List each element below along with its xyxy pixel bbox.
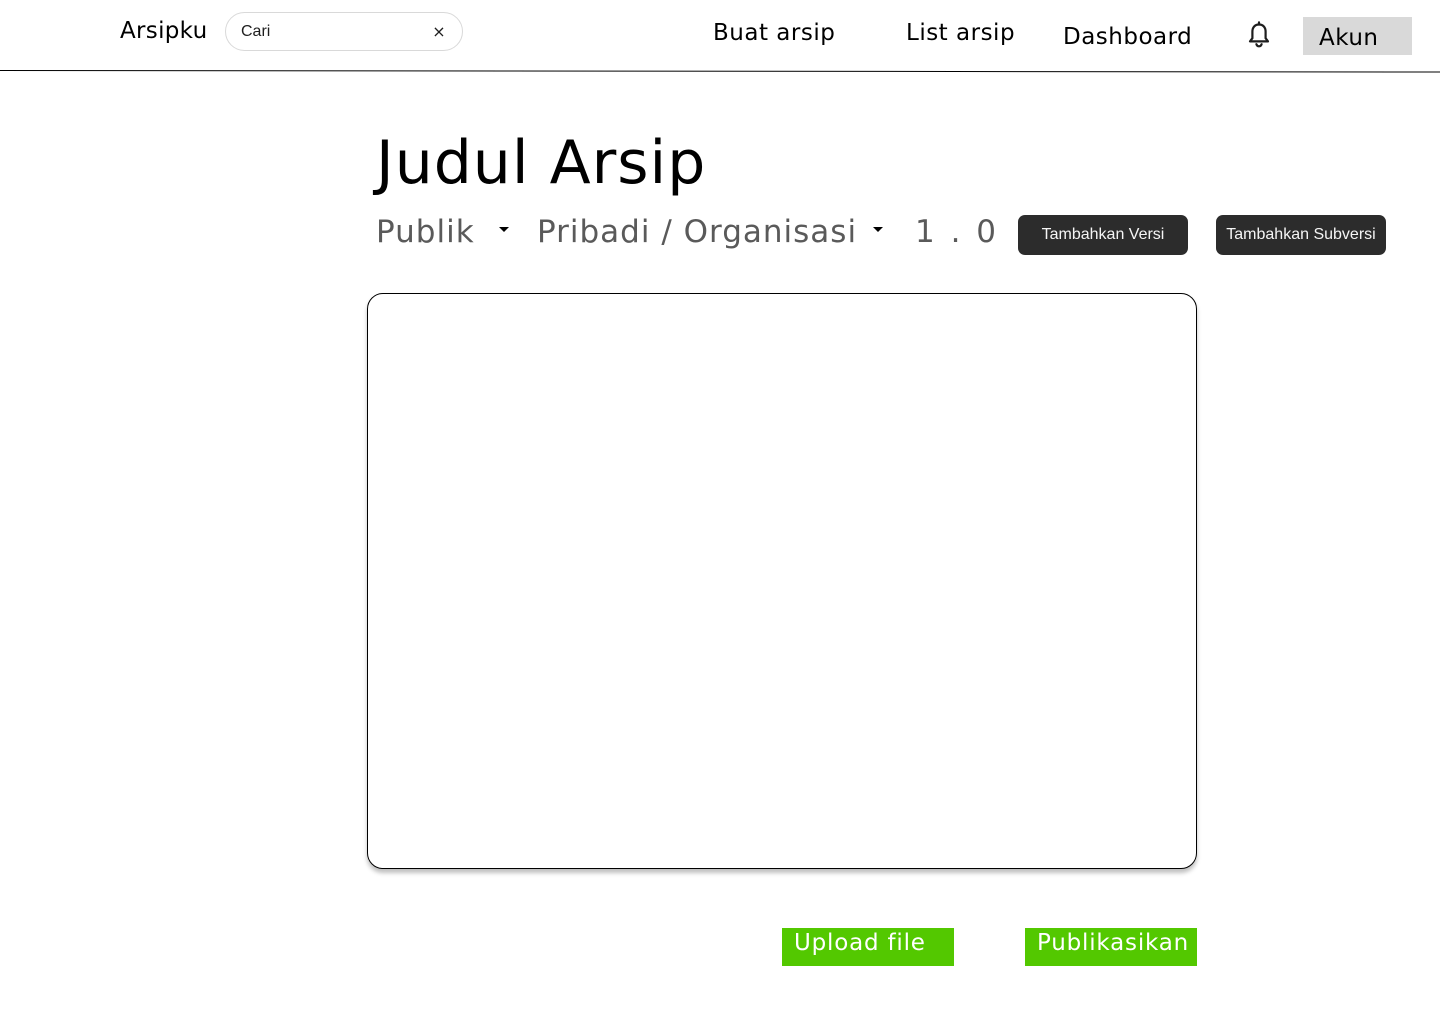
close-icon[interactable]: × — [432, 23, 446, 41]
caret-down-icon — [498, 227, 509, 232]
top-navbar: Arsipku × Buat arsip List arsip Dashboar… — [0, 0, 1440, 70]
search-input[interactable] — [241, 22, 421, 42]
upload-file-button[interactable]: Upload file — [782, 928, 954, 966]
header-divider — [0, 70, 1440, 73]
publish-button[interactable]: Publikasikan — [1025, 928, 1197, 966]
brand-logo-text[interactable]: Arsipku — [120, 18, 207, 44]
page-title: Judul Arsip — [376, 128, 707, 198]
nav-link-buat-arsip[interactable]: Buat arsip — [713, 20, 835, 46]
bell-icon[interactable] — [1246, 21, 1272, 49]
add-subversion-button[interactable]: Tambahkan Subversi — [1216, 215, 1386, 255]
archive-content-area[interactable] — [367, 293, 1197, 869]
ownership-dropdown-label: Pribadi / Organisasi — [537, 214, 858, 250]
version-number: 1 . 0 — [915, 214, 1000, 250]
caret-down-icon — [873, 227, 884, 232]
ownership-dropdown[interactable]: Pribadi / Organisasi — [537, 214, 884, 250]
add-version-button[interactable]: Tambahkan Versi — [1018, 215, 1188, 255]
nav-link-dashboard[interactable]: Dashboard — [1063, 24, 1192, 50]
visibility-dropdown-label: Publik — [376, 214, 475, 250]
nav-link-list-arsip[interactable]: List arsip — [906, 20, 1015, 46]
account-button[interactable]: Akun — [1303, 17, 1412, 55]
page: Arsipku × Buat arsip List arsip Dashboar… — [0, 0, 1440, 1024]
search-box[interactable]: × — [225, 12, 463, 51]
visibility-dropdown[interactable]: Publik — [376, 214, 509, 250]
